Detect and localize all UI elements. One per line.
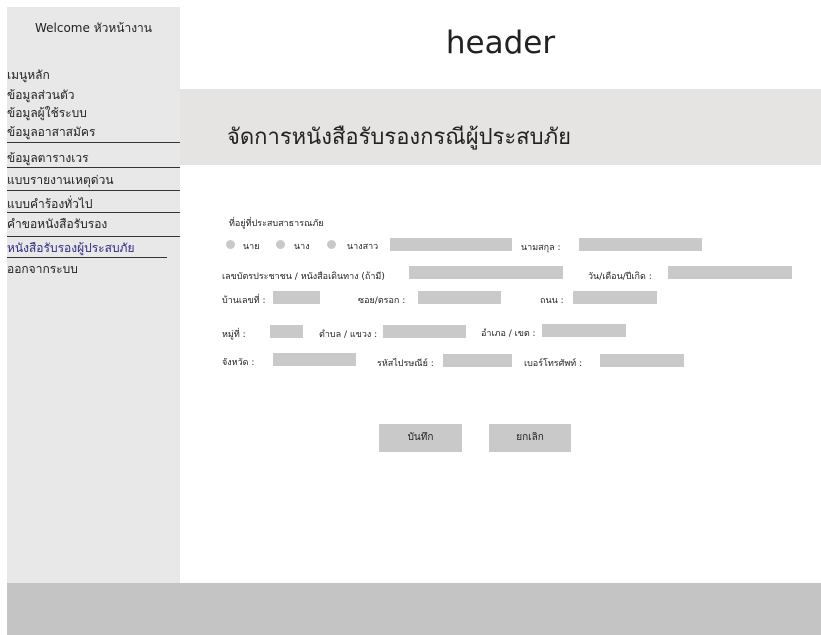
- menu-divider: [7, 142, 180, 143]
- house-no-label: บ้านเลขที่ :: [222, 296, 266, 306]
- amphoe-input[interactable]: [542, 324, 626, 337]
- dob-input[interactable]: [668, 266, 792, 279]
- road-label: ถนน :: [540, 296, 564, 306]
- menu-divider: [7, 212, 180, 213]
- first-name-input[interactable]: [390, 238, 512, 251]
- province-label: จังหวัด :: [222, 358, 255, 368]
- sidebar-item-duty-schedule[interactable]: ข้อมูลตารางเวร: [7, 149, 89, 168]
- postcode-label: รหัสไปรษณีย์ :: [377, 359, 434, 369]
- radio-miss[interactable]: [327, 240, 336, 249]
- menu-divider: [7, 167, 180, 168]
- menu-divider: [7, 257, 167, 258]
- id-label: เลขบัตรประชาชน / หนังสือเดินทาง (ถ้ามี): [222, 272, 385, 282]
- soi-input[interactable]: [418, 291, 501, 304]
- house-no-input[interactable]: [273, 291, 320, 304]
- sidebar-item-main-menu[interactable]: เมนูหลัก: [7, 66, 50, 85]
- surname-label: นามสกุล :: [521, 243, 561, 253]
- tambon-label: ตำบล / แขวง :: [319, 330, 378, 340]
- radio-mr-label: นาย: [243, 242, 260, 252]
- title-band: จัดการหนังสือรับรองกรณีผู้ประสบภัย: [180, 89, 821, 165]
- sidebar-item-certificate-request[interactable]: คำขอหนังสือรับรอง: [7, 215, 107, 234]
- sidebar-item-victim-certificate[interactable]: หนังสือรับรองผู้ประสบภัย: [7, 239, 135, 258]
- id-number-input[interactable]: [409, 266, 563, 279]
- menu-divider: [7, 236, 180, 237]
- sidebar: Welcome หัวหน้างาน เมนูหลัก ข้อมูลส่วนตั…: [7, 7, 180, 583]
- road-input[interactable]: [573, 291, 657, 304]
- sidebar-item-volunteers[interactable]: ข้อมูลอาสาสมัคร: [7, 123, 95, 142]
- radio-mrs-label: นาง: [294, 242, 310, 252]
- sidebar-item-urgent-report[interactable]: แบบรายงานเหตุด่วน: [7, 171, 114, 190]
- tambon-input[interactable]: [383, 325, 466, 338]
- header-bar: header: [180, 7, 821, 89]
- section-label: ที่อยู่ที่ประสบสาธารณภัย: [229, 219, 324, 229]
- radio-miss-label: นางสาว: [347, 242, 379, 252]
- header-title: header: [445, 25, 556, 61]
- surname-input[interactable]: [579, 238, 702, 251]
- save-button[interactable]: บันทึก: [379, 424, 462, 452]
- cancel-button[interactable]: ยกเลิก: [489, 424, 571, 452]
- province-input[interactable]: [273, 353, 356, 366]
- welcome-text: Welcome หัวหน้างาน: [34, 21, 152, 35]
- footer-bar: [7, 583, 821, 635]
- menu-divider: [7, 190, 180, 191]
- postcode-input[interactable]: [443, 354, 512, 367]
- soi-label: ซอย/ตรอก :: [358, 296, 406, 306]
- amphoe-label: อำเภอ / เขต :: [481, 329, 536, 339]
- dob-label: วัน/เดือน/ปีเกิด :: [588, 272, 652, 282]
- radio-mrs[interactable]: [276, 240, 285, 249]
- phone-label: เบอร์โทรศัพท์ :: [524, 359, 583, 369]
- sidebar-item-logout[interactable]: ออกจากระบบ: [7, 260, 78, 279]
- moo-input[interactable]: [270, 325, 303, 338]
- sidebar-item-system-users[interactable]: ข้อมูลผู้ใช้ระบบ: [7, 104, 87, 123]
- page-title: จัดการหนังสือรับรองกรณีผู้ประสบภัย: [227, 125, 571, 150]
- sidebar-item-personal-info[interactable]: ข้อมูลส่วนตัว: [7, 86, 74, 105]
- moo-label: หมู่ที่ :: [222, 330, 246, 340]
- radio-mr[interactable]: [226, 240, 235, 249]
- phone-input[interactable]: [600, 354, 684, 367]
